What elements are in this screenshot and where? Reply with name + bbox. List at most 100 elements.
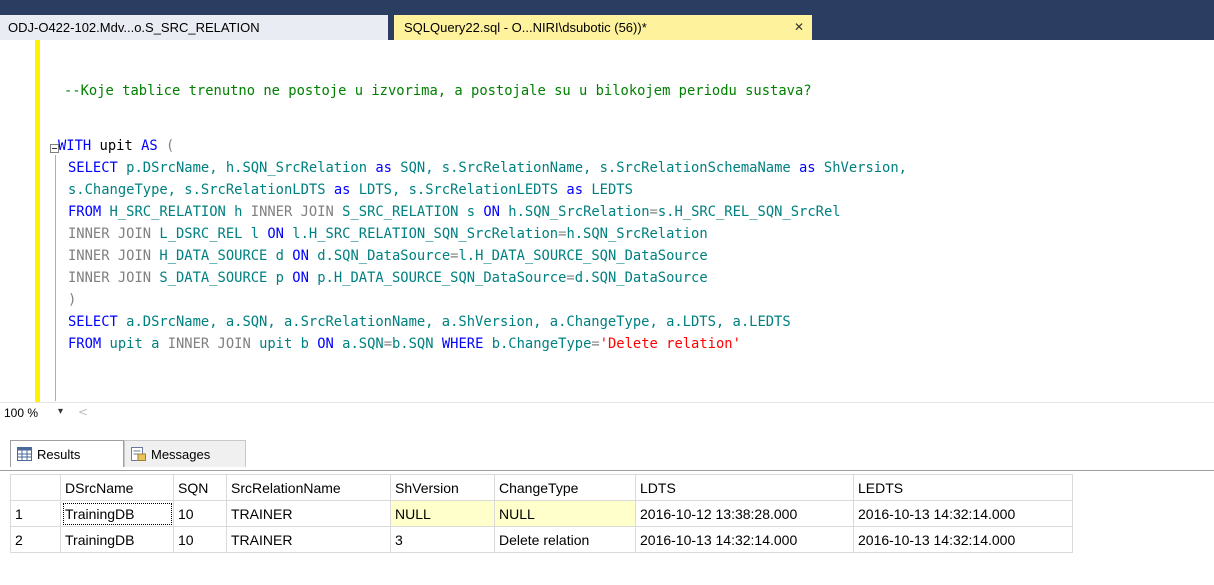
grid-cell[interactable]: 2016-10-12 13:38:28.000 (635, 500, 854, 527)
keyword: ON (292, 270, 309, 286)
grid-cell[interactable]: NULL (494, 500, 636, 527)
code-text: ShVersion, (815, 160, 907, 176)
operator: = (591, 336, 600, 352)
grid-cell[interactable]: TrainingDB (60, 526, 174, 553)
code-line-6: INNER JOIN S_DATA_SOURCE p ON p.H_DATA_S… (68, 267, 708, 289)
tab-table-view-label: ODJ-O422-102.Mdv...o.S_SRC_RELATION (8, 20, 260, 35)
table-row[interactable]: 2 TrainingDB 10 TRAINER 3 Delete relatio… (10, 526, 1073, 553)
zoom-level[interactable]: 100 % (4, 406, 38, 420)
keyword: WHERE (441, 336, 484, 352)
chevron-down-icon[interactable]: ▾ (58, 406, 63, 417)
code-line-1: SELECT p.DSrcName, h.SQN_SrcRelation as … (68, 157, 907, 179)
keyword: as (566, 182, 584, 198)
code-text: s.ChangeType, s.SrcRelationLDTS (68, 182, 334, 198)
code-line-5: INNER JOIN H_DATA_SOURCE d ON d.SQN_Data… (68, 245, 708, 267)
code-text: a.DSrcName, a.SQN, a.SrcRelationName, a.… (117, 314, 791, 330)
column-header[interactable]: DSrcName (60, 474, 174, 501)
keyword: ON (292, 248, 309, 264)
grid-cell[interactable]: 3 (390, 526, 495, 553)
keyword: WITH (58, 138, 92, 154)
scroll-left-icon[interactable]: < (78, 405, 88, 419)
keyword: INNER JOIN (167, 336, 251, 352)
keyword: INNER JOIN (68, 270, 152, 286)
code-text: L_DSRC_REL l (151, 226, 268, 242)
keyword: SELECT (68, 314, 118, 330)
code-text: a.SQN (333, 336, 384, 352)
keyword: as (375, 160, 392, 176)
zoom-bar: 100 % ▾ < (0, 402, 1214, 424)
code-line-4: INNER JOIN L_DSRC_REL l ON l.H_SRC_RELAT… (68, 223, 708, 245)
grid-cell[interactable]: TRAINER (226, 526, 391, 553)
results-tab-strip: Results Messages (0, 424, 1214, 470)
grid-cell[interactable]: 2016-10-13 14:32:14.000 (853, 500, 1073, 527)
column-header[interactable]: SrcRelationName (226, 474, 391, 501)
grid-cell[interactable]: NULL (390, 500, 495, 527)
tab-results[interactable]: Results (10, 440, 124, 467)
code-text: SQN, s.SrcRelationName, s.SrcRelationSch… (391, 160, 799, 176)
keyword: INNER JOIN (250, 204, 334, 220)
code-line-with: WITH upit AS ( (58, 135, 174, 157)
row-number[interactable]: 2 (10, 526, 61, 553)
code-text: b.ChangeType (483, 336, 592, 352)
code-text: l.H_DATA_SOURCE_SQN_DataSource (458, 248, 708, 264)
tab-sql-query-label: SQLQuery22.sql - O...NIRI\dsubotic (56))… (404, 20, 647, 35)
code-text: s.H_SRC_REL_SQN_SrcRel (657, 204, 841, 220)
keyword: INNER JOIN (68, 248, 152, 264)
tab-table-view[interactable]: ODJ-O422-102.Mdv...o.S_SRC_RELATION (0, 15, 388, 40)
column-header[interactable]: ShVersion (390, 474, 495, 501)
grid-cell[interactable]: 10 (173, 526, 227, 553)
code-text: h.SQN_SrcRelation (566, 226, 708, 242)
code-text: h.SQN_SrcRelation (500, 204, 650, 220)
keyword: ON (317, 336, 334, 352)
code-text: LEDTS (583, 182, 633, 198)
document-tab-strip: ODJ-O422-102.Mdv...o.S_SRC_RELATION SQLQ… (0, 0, 1214, 40)
change-margin (35, 40, 40, 402)
row-number-header[interactable] (10, 474, 61, 501)
grid-cell[interactable]: TRAINER (226, 500, 391, 527)
column-header[interactable]: LDTS (635, 474, 854, 501)
code-text: d.SQN_DataSource (574, 270, 708, 286)
grid-cell[interactable]: 10 (173, 500, 227, 527)
keyword: INNER JOIN (68, 226, 152, 242)
grid-cell[interactable]: 2016-10-13 14:32:14.000 (635, 526, 854, 553)
tab-messages-label: Messages (151, 447, 211, 462)
grid-cell[interactable]: TrainingDB (60, 500, 174, 527)
code-text: p.DSrcName, h.SQN_SrcRelation (117, 160, 376, 176)
code-line-2: s.ChangeType, s.SrcRelationLDTS as LDTS,… (68, 179, 633, 201)
code-text: H_DATA_SOURCE d (151, 248, 293, 264)
code-area[interactable]: --Koje tablice trenutno ne postoje u izv… (48, 40, 1214, 402)
tab-results-label: Results (37, 447, 81, 462)
row-number[interactable]: 1 (10, 500, 61, 527)
cte-name: upit (91, 138, 142, 154)
column-header[interactable]: SQN (173, 474, 227, 501)
code-comment: --Koje tablice trenutno ne postoje u izv… (64, 83, 812, 99)
column-header[interactable]: LEDTS (853, 474, 1073, 501)
code-text: S_DATA_SOURCE p (151, 270, 293, 286)
code-text: S_SRC_RELATION s (333, 204, 484, 220)
string-literal: 'Delete relation' (599, 336, 741, 352)
code-text: LDTS, s.SrcRelationLEDTS (350, 182, 567, 198)
keyword: AS (141, 138, 158, 154)
code-text: b.SQN (392, 336, 442, 352)
code-text: upit b (250, 336, 318, 352)
tab-sql-query[interactable]: SQLQuery22.sql - O...NIRI\dsubotic (56))… (394, 15, 812, 40)
keyword: as (798, 160, 816, 176)
sql-editor[interactable]: --Koje tablice trenutno ne postoje u izv… (0, 40, 1214, 402)
close-icon[interactable]: ✕ (794, 15, 804, 40)
messages-icon (131, 447, 146, 461)
grid-cell[interactable]: Delete relation (494, 526, 636, 553)
table-row[interactable]: 1 TrainingDB 10 TRAINER NULL NULL 2016-1… (10, 500, 1073, 527)
keyword: ON (267, 226, 284, 242)
code-text: H_SRC_RELATION h (101, 204, 251, 220)
keyword: ON (483, 204, 500, 220)
operator: = (649, 204, 658, 220)
code-text: p.H_DATA_SOURCE_SQN_DataSource (308, 270, 567, 286)
results-grid-area: DSrcName SQN SrcRelationName ShVersion C… (0, 470, 1214, 585)
column-header[interactable]: ChangeType (494, 474, 636, 501)
operator: = (383, 336, 392, 352)
grid-cell[interactable]: 2016-10-13 14:32:14.000 (853, 526, 1073, 553)
grid-header-row: DSrcName SQN SrcRelationName ShVersion C… (10, 474, 1073, 501)
results-grid[interactable]: DSrcName SQN SrcRelationName ShVersion C… (10, 474, 1073, 553)
tab-messages[interactable]: Messages (124, 440, 246, 467)
code-line-3: FROM H_SRC_RELATION h INNER JOIN S_SRC_R… (68, 201, 841, 223)
